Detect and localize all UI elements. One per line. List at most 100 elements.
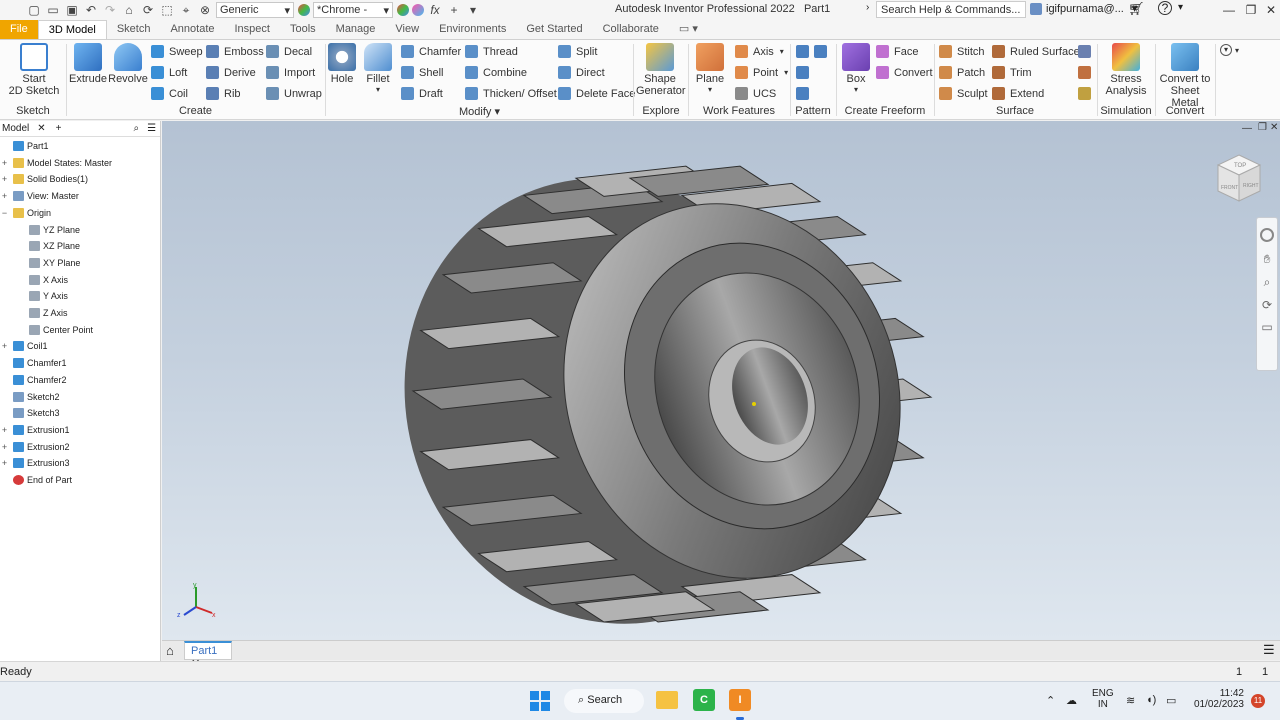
ruled-surface-button[interactable]: Ruled Surface: [992, 45, 1080, 58]
browser-item[interactable]: X Axis: [0, 272, 161, 288]
thicken-offset-button[interactable]: Thicken/ Offset: [465, 87, 557, 100]
coil-button[interactable]: Coil: [151, 87, 188, 100]
patch-button[interactable]: Patch: [939, 66, 985, 79]
document-tab[interactable]: Part1 ✕: [184, 641, 232, 670]
browser-item[interactable]: YZ Plane: [0, 222, 161, 238]
viewcube[interactable]: TOP FRONT RIGHT: [1212, 151, 1266, 205]
tab-environments[interactable]: Environments: [429, 20, 516, 39]
close-view-icon[interactable]: ✕: [1270, 122, 1278, 133]
ribbon-options-icon[interactable]: ▭ ▾: [669, 20, 708, 39]
convert-to-sheet-metal-button[interactable]: Convert to Sheet Metal: [1157, 43, 1213, 109]
steering-wheel-icon[interactable]: [1260, 228, 1274, 242]
shape-generator-button[interactable]: Shape Generator: [636, 43, 686, 97]
save-icon[interactable]: ▣: [64, 2, 80, 18]
clear-icon[interactable]: ⊗: [197, 2, 213, 18]
pan-icon[interactable]: ✋︎: [1257, 252, 1277, 267]
face-button[interactable]: Face: [876, 45, 918, 58]
shell-button[interactable]: Shell: [401, 66, 443, 79]
wifi-icon[interactable]: ≋: [1126, 694, 1135, 707]
replace-face-button[interactable]: [1078, 87, 1096, 100]
inventor-icon[interactable]: I: [729, 689, 751, 711]
stress-analysis-button[interactable]: Stress Analysis: [1102, 43, 1150, 97]
chamfer-button[interactable]: Chamfer: [401, 45, 461, 58]
search-input[interactable]: Search Help & Commands...: [876, 1, 1026, 18]
group-label-modify[interactable]: Modify ▾: [326, 105, 633, 118]
open-folder-icon[interactable]: ▭: [45, 2, 61, 18]
repair-bodies-button[interactable]: [1078, 45, 1096, 58]
tab-3d-model[interactable]: 3D Model: [37, 20, 107, 39]
expand-toggle-icon[interactable]: +: [0, 158, 9, 168]
minimize-view-icon[interactable]: —: [1242, 123, 1252, 134]
sketch-pattern-button[interactable]: [796, 87, 814, 100]
orbit-icon[interactable]: ⟳: [1257, 298, 1277, 312]
language-indicator[interactable]: ENG IN: [1092, 688, 1114, 710]
expand-toggle-icon[interactable]: +: [0, 191, 9, 201]
expand-toggle-icon[interactable]: −: [0, 208, 9, 218]
derive-button[interactable]: Derive: [206, 66, 256, 79]
ucs-button[interactable]: UCS: [735, 87, 776, 100]
onedrive-icon[interactable]: ☁: [1066, 694, 1077, 707]
rib-button[interactable]: Rib: [206, 87, 241, 100]
browser-item[interactable]: + Extrusion2: [0, 439, 161, 455]
browser-item[interactable]: Z Axis: [0, 305, 161, 321]
chevron-up-icon[interactable]: ⌃: [1046, 694, 1055, 707]
home-icon[interactable]: ⌂: [121, 2, 137, 18]
expand-toggle-icon[interactable]: +: [0, 442, 9, 452]
select-icon[interactable]: ⬚: [159, 2, 175, 18]
tab-annotate[interactable]: Annotate: [160, 20, 224, 39]
home-icon[interactable]: ⌂: [166, 643, 174, 658]
fillet-button[interactable]: Fillet ▾: [362, 43, 394, 94]
revolve-button[interactable]: Revolve: [108, 43, 148, 85]
browser-item[interactable]: Sketch2: [0, 389, 161, 405]
hole-button[interactable]: Hole: [327, 43, 357, 85]
browser-item[interactable]: End of Part: [0, 472, 161, 488]
add-tab-icon[interactable]: +: [56, 123, 62, 134]
tab-file[interactable]: File: [0, 20, 38, 39]
undo-icon[interactable]: ↶: [83, 2, 99, 18]
material-dropdown[interactable]: Generic ▾: [216, 2, 294, 18]
decal-button[interactable]: Decal: [266, 45, 312, 58]
browser-item[interactable]: Sketch3: [0, 405, 161, 421]
delete-face-button[interactable]: Delete Face: [558, 87, 635, 100]
expand-toggle-icon[interactable]: +: [0, 458, 9, 468]
browser-item[interactable]: Center Point: [0, 322, 161, 338]
sweep-button[interactable]: Sweep: [151, 45, 203, 58]
combine-button[interactable]: Combine: [465, 66, 527, 79]
viewcube-front[interactable]: FRONT: [1221, 185, 1238, 191]
tab-tools[interactable]: Tools: [280, 20, 326, 39]
menu-icon[interactable]: ☰: [147, 123, 156, 134]
draft-button[interactable]: Draft: [401, 87, 443, 100]
restore-view-icon[interactable]: ❐: [1258, 122, 1267, 133]
extrude-button[interactable]: Extrude: [69, 43, 107, 85]
emboss-button[interactable]: Emboss: [206, 45, 264, 58]
gear-model[interactable]: [162, 121, 1280, 640]
stitch-button[interactable]: Stitch: [939, 45, 985, 58]
look-at-icon[interactable]: ▭: [1257, 320, 1277, 334]
loft-button[interactable]: Loft: [151, 66, 187, 79]
mirror-icon[interactable]: [814, 45, 827, 58]
battery-icon[interactable]: ▭: [1166, 694, 1176, 707]
windows-start-icon[interactable]: [530, 691, 550, 711]
appearance-dropdown[interactable]: *Chrome - ▾: [313, 2, 393, 18]
volume-icon[interactable]: ◖): [1146, 694, 1156, 706]
convert-button[interactable]: Convert: [876, 66, 933, 79]
user-account[interactable]: igifpurnama@... ▾: [1030, 2, 1137, 15]
browser-item[interactable]: Chamfer1: [0, 355, 161, 371]
minimize-button[interactable]: —: [1218, 1, 1240, 19]
update-icon[interactable]: ⟳: [140, 2, 156, 18]
menu-icon[interactable]: ☰: [1263, 642, 1275, 658]
extend-button[interactable]: Extend: [992, 87, 1044, 100]
expand-toggle-icon[interactable]: +: [0, 341, 9, 351]
browser-item[interactable]: XZ Plane: [0, 238, 161, 254]
measure-icon[interactable]: ⌖: [178, 2, 194, 18]
help-icon[interactable]: ?: [1158, 1, 1172, 15]
adjust-icon[interactable]: [397, 4, 409, 16]
browser-item[interactable]: + Solid Bodies(1): [0, 171, 161, 187]
file-explorer-icon[interactable]: [656, 691, 678, 709]
plane-button[interactable]: Plane ▾: [692, 43, 728, 94]
restore-button[interactable]: ❐: [1240, 1, 1262, 19]
point-button[interactable]: Point ▾: [735, 66, 788, 79]
close-button[interactable]: ✕: [1260, 1, 1280, 19]
import-button[interactable]: Import: [266, 66, 315, 79]
tab-sketch[interactable]: Sketch: [107, 20, 161, 39]
